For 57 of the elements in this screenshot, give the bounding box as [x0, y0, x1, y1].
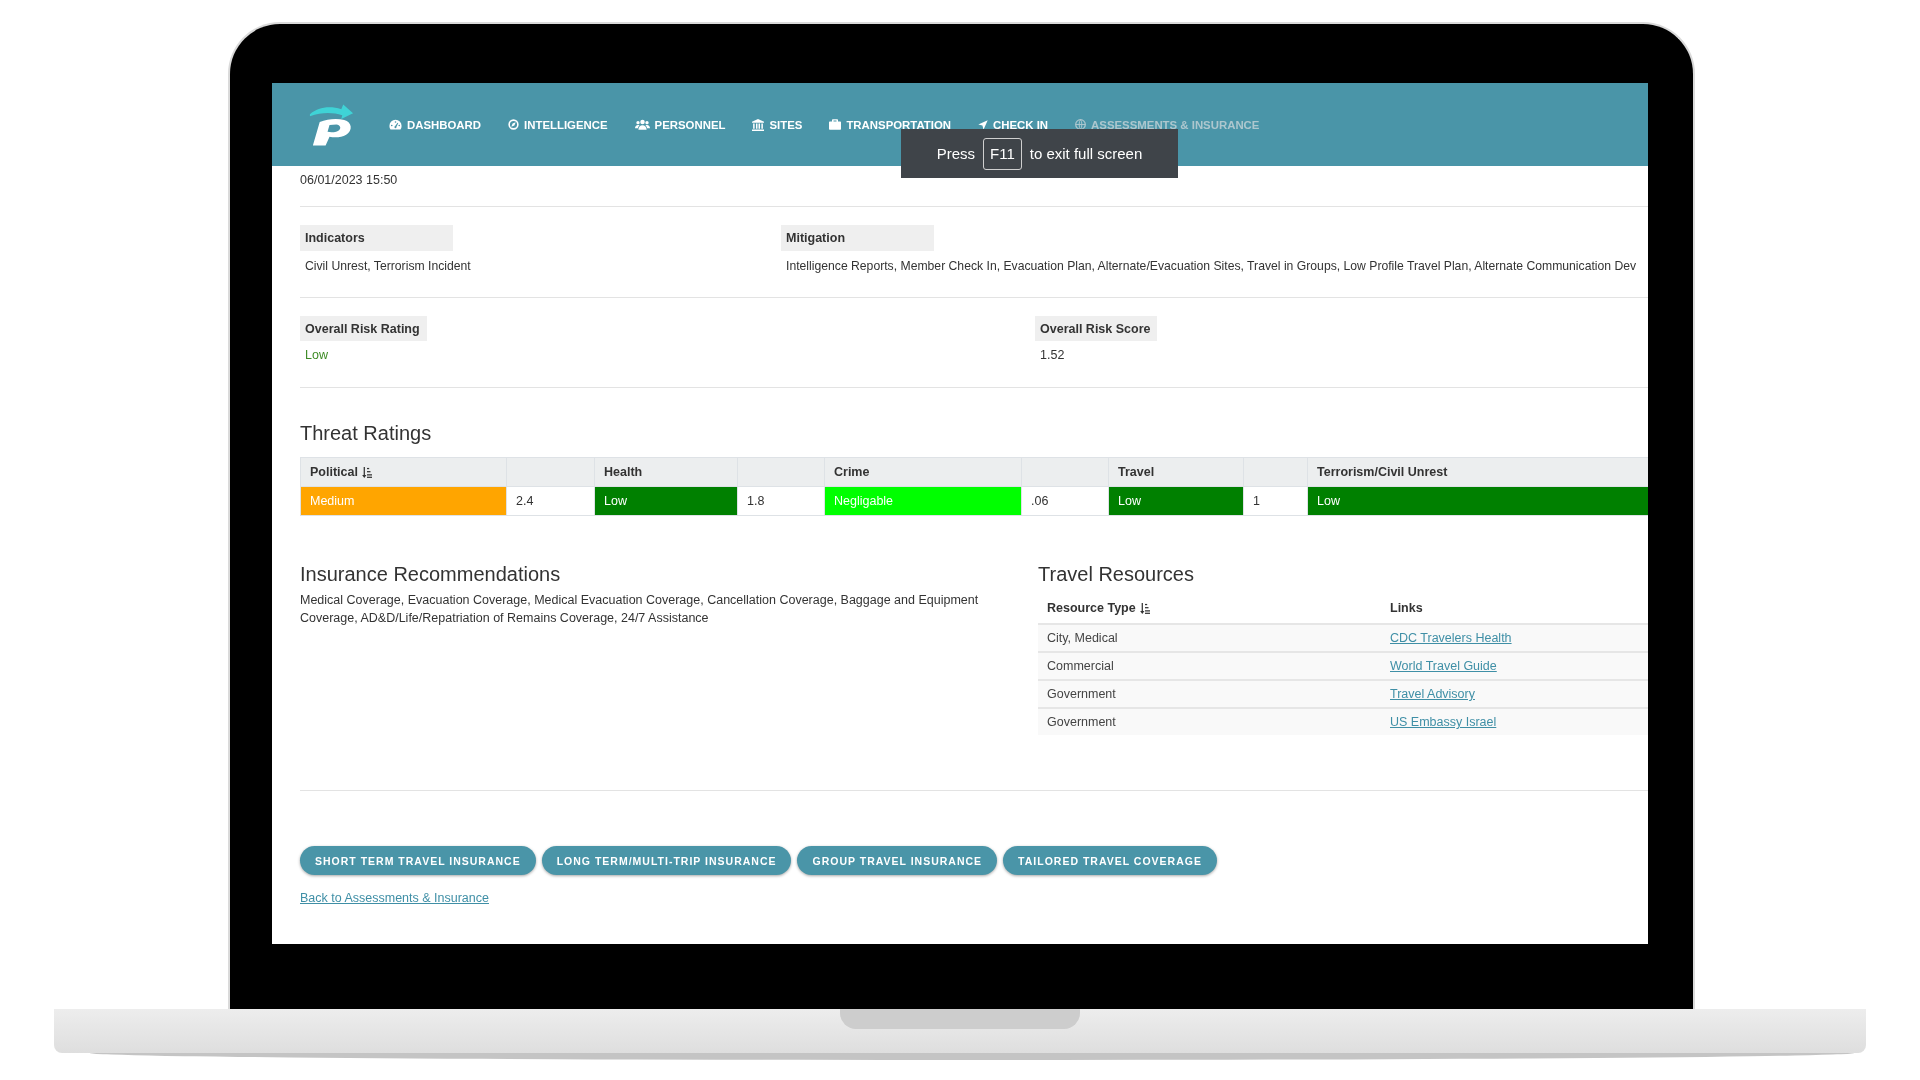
- location-arrow-icon: [978, 119, 989, 130]
- field-label: Overall Risk Rating: [300, 316, 427, 341]
- rating-cell: Low: [595, 487, 738, 515]
- sort-icon[interactable]: [361, 466, 372, 478]
- insurance-button[interactable]: LONG TERM/MULTI-TRIP INSURANCE: [541, 846, 792, 875]
- section-heading: Threat Ratings: [300, 421, 432, 445]
- rating-cell: Negligable: [825, 487, 1022, 515]
- notice-text: to exit full screen: [1029, 145, 1143, 162]
- section-heading: Travel Resources: [1038, 562, 1194, 586]
- table-cell-text: Government: [1046, 686, 1117, 703]
- column-header: Travel: [1118, 465, 1155, 479]
- nav-link[interactable]: SITES: [752, 117, 803, 132]
- columns-building-icon: [752, 118, 765, 131]
- column-header: Resource Type: [1047, 601, 1136, 615]
- field-value: Civil Unrest, Terrorism Incident: [304, 258, 471, 274]
- notice-text: Press: [936, 145, 975, 162]
- table-cell-text: Government: [1046, 714, 1117, 731]
- nav-link[interactable]: DASHBOARD: [389, 117, 482, 132]
- rating-cell: Low: [1109, 487, 1244, 515]
- users-icon: [634, 119, 650, 130]
- column-header: Crime: [834, 465, 870, 479]
- field-value: 1.52: [1039, 347, 1065, 363]
- field-value: Intelligence Reports, Member Check In, Evacuation Plan, Alternate/Evacuation Sites, Travel in Groups, Low Profile Travel Plan, Alternate Communication Dev: [785, 258, 1637, 274]
- column-header: Political: [310, 465, 358, 479]
- resource-link[interactable]: US Embassy Israel: [1390, 715, 1497, 729]
- column-header: Health: [604, 465, 643, 479]
- nav-link[interactable]: CHECK IN: [978, 117, 1049, 132]
- globe-icon: [1075, 119, 1087, 130]
- nav-link[interactable]: ASSESSMENTS & INSURANCE: [1075, 117, 1260, 132]
- column-header: Links: [1390, 601, 1423, 615]
- recommendations-text: Medical Coverage, Evacuation Coverage, Medical Evacuation Coverage, Cancellation Coverage, Baggage and Equipment Coverage, AD&D/Life/Repatriation of Remains Coverage, 24/7 Assistance: [300, 592, 980, 627]
- column-header: Terrorism/Civil Unrest: [1317, 465, 1448, 479]
- insurance-button[interactable]: GROUP TRAVEL INSURANCE: [797, 846, 998, 875]
- gauge-icon: [389, 119, 402, 130]
- timestamp: 06/01/2023 15:50: [300, 172, 398, 188]
- compass-icon: [508, 119, 520, 130]
- rating-cell: Medium: [301, 487, 507, 515]
- field-value: Low: [304, 347, 328, 363]
- table-cell-text: City, Medical: [1046, 630, 1119, 647]
- section-heading: Insurance Recommendations: [300, 562, 561, 586]
- resource-link[interactable]: World Travel Guide: [1390, 659, 1497, 673]
- resource-link[interactable]: Travel Advisory: [1390, 687, 1475, 701]
- field-label: Overall Risk Score: [1035, 316, 1158, 341]
- keyboard-key: F11: [983, 137, 1022, 170]
- table-cell-text: Commercial: [1046, 658, 1115, 675]
- rating-cell: Low: [1308, 487, 1648, 515]
- field-label: Mitigation: [781, 225, 934, 251]
- nav-link[interactable]: TRANSPORTATION: [829, 117, 952, 132]
- back-link[interactable]: Back to Assessments & Insurance: [300, 890, 489, 906]
- nav-link[interactable]: PERSONNEL: [634, 117, 726, 132]
- insurance-button[interactable]: SHORT TERM TRAVEL INSURANCE: [300, 846, 536, 875]
- insurance-button[interactable]: TAILORED TRAVEL COVERAGE: [1003, 846, 1217, 875]
- briefcase-icon: [829, 119, 842, 130]
- sort-icon[interactable]: [1139, 602, 1150, 614]
- resource-link[interactable]: CDC Travelers Health: [1390, 631, 1512, 645]
- nav-link[interactable]: INTELLIGENCE: [508, 117, 608, 132]
- field-label: Indicators: [300, 225, 453, 251]
